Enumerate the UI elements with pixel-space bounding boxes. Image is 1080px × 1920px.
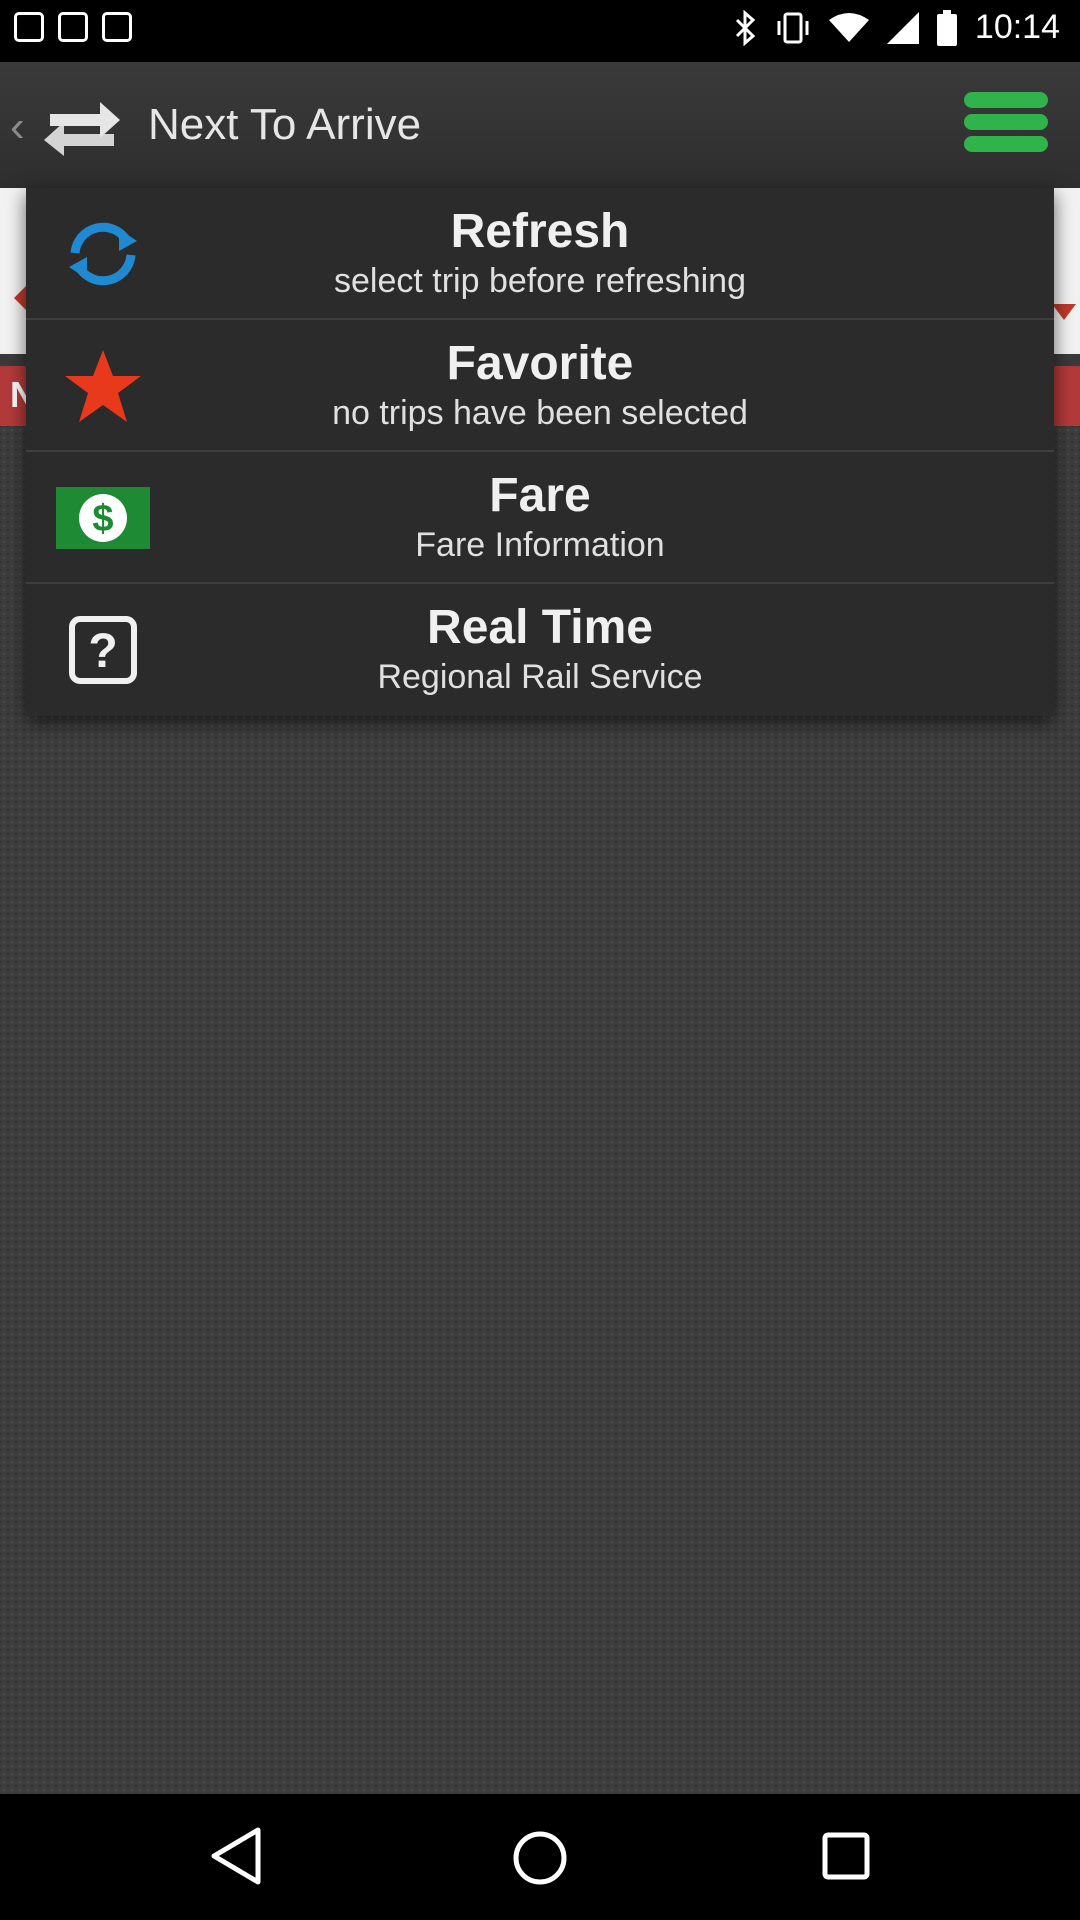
- menu-item-subtitle: Regional Rail Service: [377, 658, 703, 696]
- wifi-icon: [828, 12, 869, 42]
- menu-item-title: Real Time: [427, 601, 653, 654]
- battery-icon: [936, 9, 957, 46]
- menu-item-title: Favorite: [446, 337, 634, 390]
- home-circle-icon[interactable]: [512, 1830, 568, 1891]
- menu-item-refresh[interactable]: Refresh select trip before refreshing: [26, 188, 1054, 320]
- menu-icon[interactable]: [964, 92, 1048, 156]
- menu-item-title: Refresh: [450, 205, 630, 258]
- vibrate-icon: [777, 12, 809, 43]
- menu-item-title: Fare: [489, 469, 591, 522]
- swap-arrows-icon[interactable]: [40, 92, 124, 161]
- menu-item-subtitle: select trip before refreshing: [334, 262, 746, 300]
- recents-square-icon[interactable]: [822, 1832, 870, 1885]
- menu-item-subtitle: Fare Information: [415, 526, 665, 564]
- bluetooth-icon: [735, 9, 756, 46]
- overflow-menu: Refresh select trip before refreshing Fa…: [26, 188, 1054, 716]
- status-bar: 10:14: [0, 0, 1080, 62]
- notification-icon: [14, 12, 44, 42]
- back-chevron-icon[interactable]: ‹: [10, 102, 25, 152]
- notification-area: [14, 12, 132, 42]
- navigation-bar: [0, 1794, 1080, 1920]
- menu-item-real-time[interactable]: ? Real Time Regional Rail Service: [26, 584, 1054, 716]
- dropdown-arrow-icon: [1052, 304, 1076, 320]
- menu-item-fare[interactable]: $ Fare Fare Information: [26, 452, 1054, 584]
- action-bar: ‹ Next To Arrive: [0, 62, 1080, 190]
- notification-icon: [58, 12, 88, 42]
- menu-item-favorite[interactable]: Favorite no trips have been selected: [26, 320, 1054, 452]
- system-icons: 10:14: [733, 8, 1060, 47]
- page-title: Next To Arrive: [148, 100, 422, 149]
- menu-item-subtitle: no trips have been selected: [332, 394, 748, 432]
- notification-icon: [102, 12, 132, 42]
- clock: 10:14: [974, 8, 1060, 46]
- back-triangle-icon[interactable]: [206, 1824, 266, 1893]
- signal-icon: [886, 11, 919, 44]
